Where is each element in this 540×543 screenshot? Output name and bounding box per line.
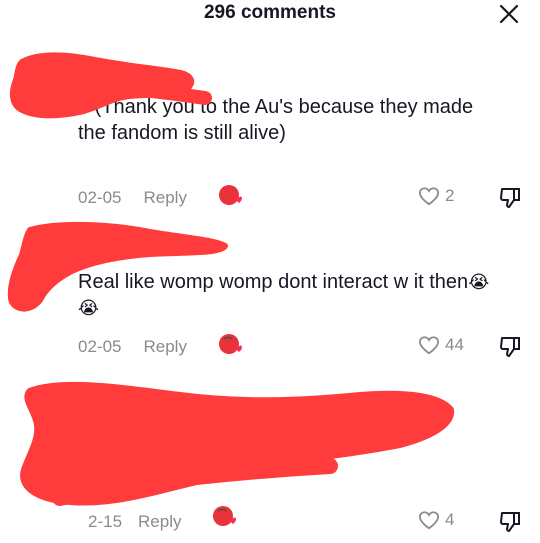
creator-liked-icon (219, 334, 242, 354)
heart-outline-icon (418, 187, 440, 206)
like-count: 2 (445, 186, 455, 205)
comment-meta: 02-05 Reply (78, 335, 187, 359)
like-button[interactable]: 2 (418, 186, 454, 206)
comment-body: e (Thank you to the Au's because they ma… (78, 96, 474, 144)
comment-text: e (Thank you to the Au's because they ma… (78, 94, 498, 146)
like-count: 44 (445, 335, 464, 354)
comment-meta: 2-15 Reply (88, 510, 182, 534)
comment-date: 2-15 (88, 512, 123, 531)
like-count: 4 (445, 510, 455, 529)
comment-date: 02-05 (78, 188, 122, 207)
comment-item: e (Thank you to the Au's because they ma… (0, 0, 540, 215)
comment-meta: 02-05 Reply (78, 186, 187, 210)
creator-liked-icon (213, 506, 236, 526)
reply-button[interactable]: Reply (143, 337, 186, 357)
comment-item: Real like womp womp dont interact w it t… (0, 215, 540, 365)
like-button[interactable]: 44 (418, 335, 464, 355)
comment-text: Real like womp womp dont interact w it t… (78, 269, 498, 321)
heart-outline-icon (418, 511, 440, 530)
comment-date: 02-05 (78, 337, 122, 356)
reply-button[interactable]: Reply (138, 512, 181, 532)
dislike-icon[interactable] (498, 510, 522, 534)
comment-item: 2-15 Reply 4 (0, 365, 540, 543)
heart-outline-icon (418, 336, 440, 355)
reply-button[interactable]: Reply (143, 188, 186, 208)
dislike-icon[interactable] (498, 186, 522, 210)
creator-liked-icon (219, 185, 242, 205)
comment-body: Real like womp womp dont interact w it t… (78, 271, 469, 293)
dislike-icon[interactable] (498, 335, 522, 359)
like-button[interactable]: 4 (418, 510, 454, 530)
